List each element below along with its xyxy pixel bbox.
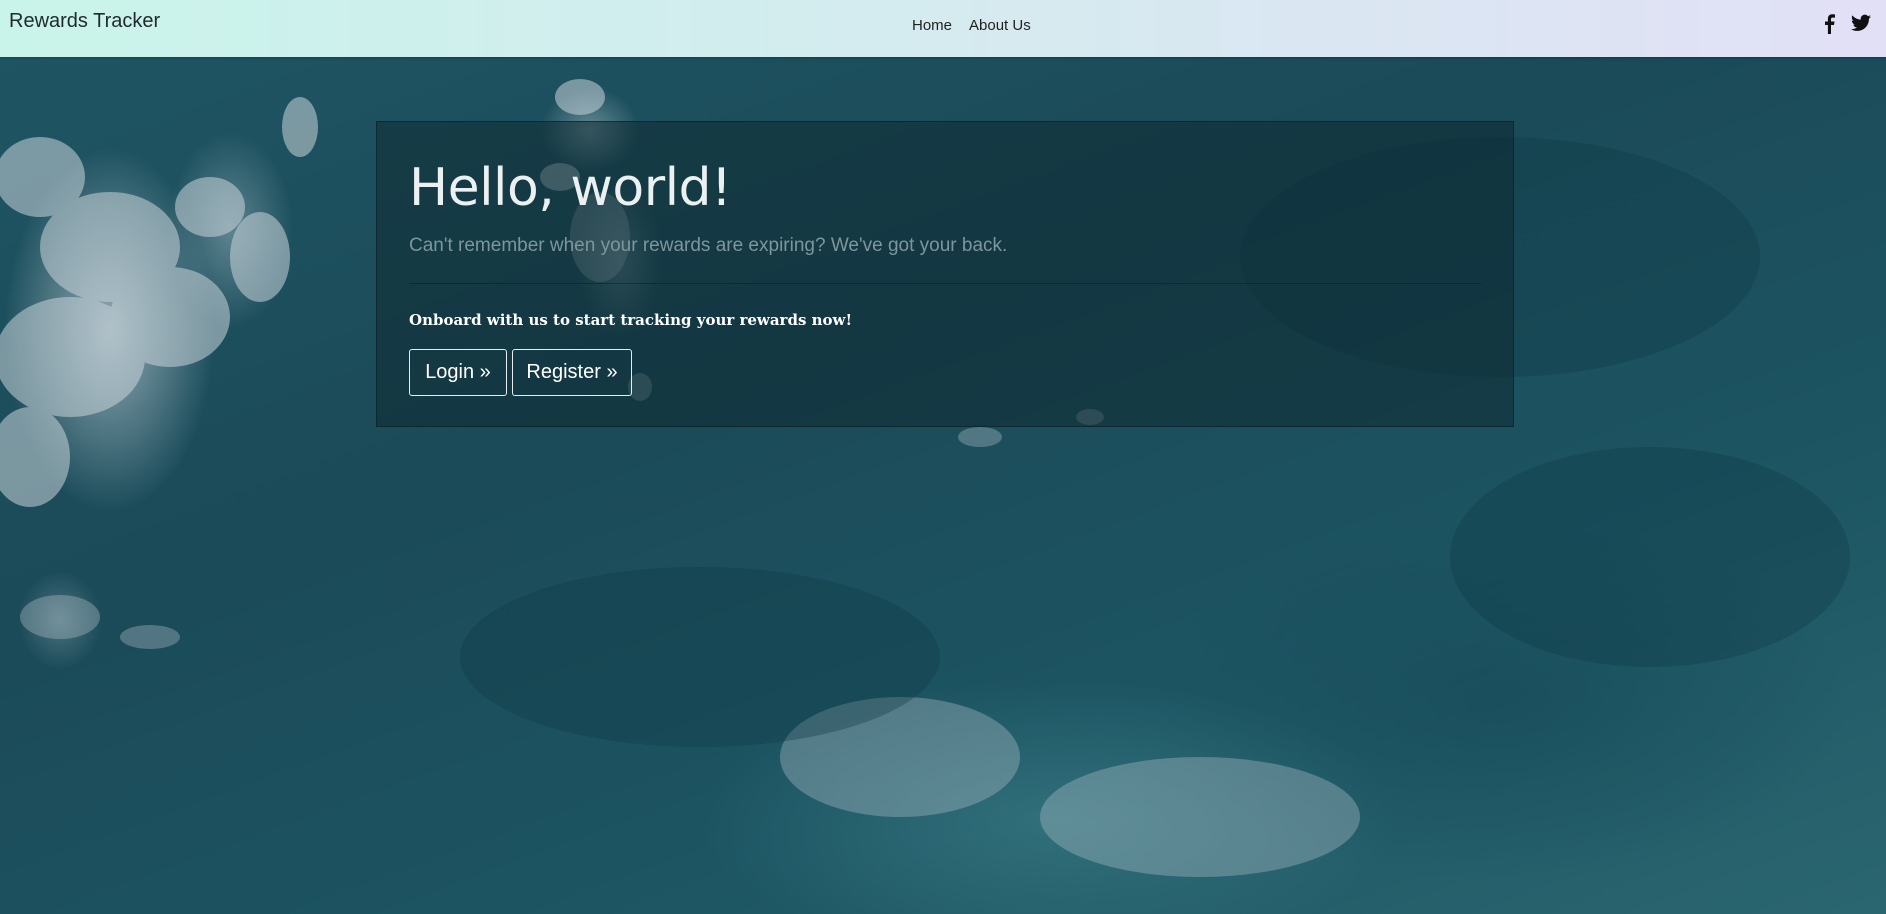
register-button[interactable]: Register » bbox=[512, 349, 632, 396]
hero-heading: Hello, world! bbox=[409, 158, 732, 218]
top-navbar: Rewards Tracker Home About Us bbox=[0, 0, 1886, 57]
nav-links: Home About Us bbox=[912, 17, 1031, 34]
hero-jumbotron: Hello, world! Can't remember when your r… bbox=[376, 121, 1514, 427]
nav-link-about-us[interactable]: About Us bbox=[969, 17, 1031, 34]
twitter-icon[interactable] bbox=[1851, 14, 1871, 32]
hero-lead-text: Can't remember when your rewards are exp… bbox=[409, 235, 1008, 256]
facebook-icon[interactable] bbox=[1823, 14, 1835, 34]
nav-link-home[interactable]: Home bbox=[912, 17, 952, 34]
hero-divider bbox=[409, 283, 1481, 284]
brand-logo-text[interactable]: Rewards Tracker bbox=[9, 10, 160, 33]
login-button[interactable]: Login » bbox=[409, 349, 507, 396]
hero-cta-text: Onboard with us to start tracking your r… bbox=[409, 311, 853, 329]
